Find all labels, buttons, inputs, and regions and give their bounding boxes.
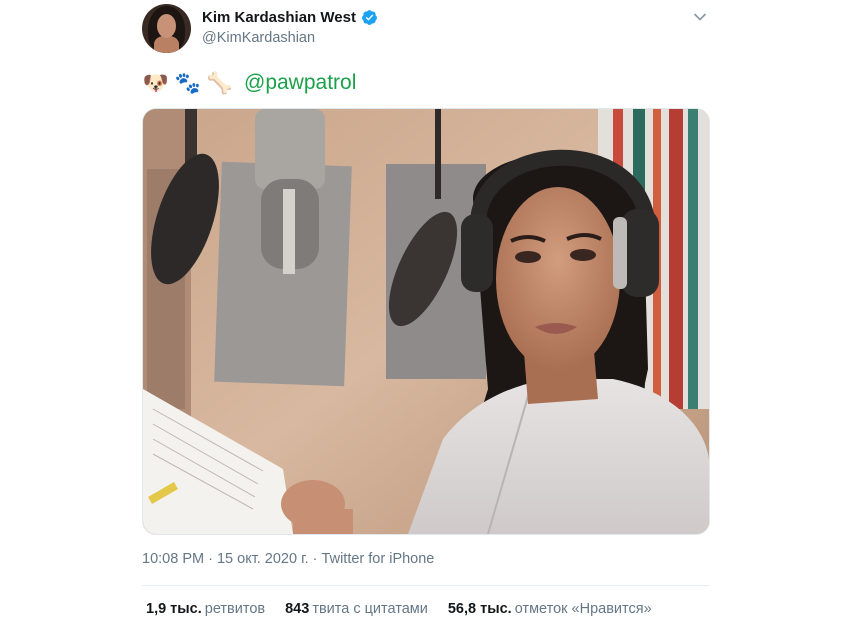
tweet-photo[interactable] <box>142 108 710 535</box>
quote-tweets-stat[interactable]: 843 твита с цитатами <box>285 601 428 617</box>
meta-separator: · <box>208 551 213 567</box>
tweet-time[interactable]: 10:08 PM <box>142 551 204 567</box>
tweet-meta: 10:08 PM · 15 окт. 2020 г. · Twitter for… <box>142 551 434 567</box>
avatar[interactable] <box>142 4 191 53</box>
tweet-source[interactable]: Twitter for iPhone <box>322 551 435 567</box>
bone-icon: 🦴 <box>206 71 234 95</box>
author-display-name[interactable]: Kim Kardashian West <box>202 9 356 26</box>
tweet-date[interactable]: 15 окт. 2020 г. <box>217 551 309 567</box>
studio-selfie-photo <box>143 109 709 534</box>
tweet-text: 🐶 🐾 🦴 @pawpatrol <box>142 68 356 98</box>
author-name-row: Kim Kardashian West <box>202 9 378 26</box>
likes-count: 56,8 тыс. <box>447 601 512 617</box>
retweets-stat[interactable]: 1,9 тыс. ретвитов <box>146 601 265 617</box>
divider <box>142 585 710 586</box>
tweet-stats: 1,9 тыс. ретвитов 843 твита с цитатами 56,… <box>146 601 652 617</box>
author-handle[interactable]: @KimKardashian <box>202 30 315 46</box>
meta-separator: · <box>312 551 318 567</box>
tweet-card: Kim Kardashian West @KimKardashian 🐶 🐾 🦴… <box>142 0 710 630</box>
likes-stat[interactable]: 56,8 тыс. отметок «Нравится» <box>448 601 652 617</box>
quote-tweets-label: твита с цитатами <box>312 601 428 617</box>
chevron-down-icon[interactable] <box>692 9 708 25</box>
quote-tweets-count: 843 <box>285 601 310 617</box>
retweets-label: ретвитов <box>204 601 266 617</box>
verified-badge-icon <box>361 10 377 25</box>
likes-label: отметок «Нравится» <box>514 601 652 617</box>
paw-prints-icon: 🐾 <box>174 71 202 95</box>
avatar-neck <box>154 36 179 53</box>
retweets-count: 1,9 тыс. <box>146 601 202 617</box>
dog-face-icon: 🐶 <box>142 71 170 95</box>
avatar-face <box>157 14 176 38</box>
mention-link[interactable]: @pawpatrol <box>244 68 356 98</box>
